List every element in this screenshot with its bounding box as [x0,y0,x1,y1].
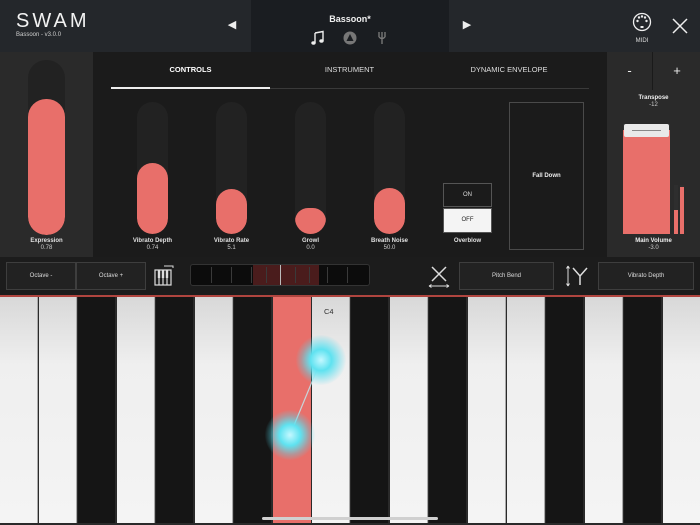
midi-label: MIDI [635,38,649,44]
vibrato-depth-label: Vibrato Depth [132,238,173,244]
breath-noise-label: Breath Noise [370,238,408,244]
vibrato-depth-slider-fill [137,162,168,234]
music-note-icon[interactable] [310,30,326,46]
main-volume-label: Main Volume [635,238,672,244]
pitch-segment [309,267,310,283]
pitch-segment [266,267,267,283]
growl-slider-fill [295,207,326,234]
main-volume-handle[interactable] [624,124,669,137]
close-icon[interactable] [671,17,689,35]
octave-up-button[interactable]: Octave + [76,262,146,290]
octave-down-button[interactable]: Octave - [6,262,76,290]
next-preset-button[interactable]: ▶ [459,16,475,34]
piano-keyboard[interactable]: C4 [0,295,700,525]
touch-trail [289,359,322,436]
main-volume-fill [623,129,670,234]
pitch-segment [347,267,348,283]
instrument-icon[interactable] [342,30,358,46]
pitch-segment [251,267,252,283]
breath-noise-slider[interactable] [374,102,405,234]
pitch-bend-strip[interactable] [190,264,370,286]
expression-slider-fill [28,98,65,235]
controls-panel: CONTROLS INSTRUMENT DYNAMIC ENVELOPE Vib… [93,52,607,257]
preset-selector[interactable]: Bassoon* [251,0,449,52]
active-tab-indicator [111,87,270,89]
vibrato-rate-slider-fill [216,189,247,234]
transpose-label: Transpose [638,95,669,101]
preset-name: Bassoon* [329,14,371,24]
x-axis-assign-button[interactable]: Pitch Bend [459,262,554,290]
pitch-segment [327,267,328,283]
expression-panel: Expression 0.78 [0,52,93,257]
overblow-off-button[interactable]: OFF [443,208,492,233]
pitch-segment [231,267,232,283]
main-volume-slider[interactable] [623,124,670,234]
fall-down-pad[interactable]: Fall Down [509,102,584,250]
expression-slider[interactable] [28,60,65,235]
pitch-center-marker [280,265,281,285]
pitch-segment [295,267,296,283]
handle-grip [632,130,661,131]
overblow-label: Overblow [453,238,482,244]
fork-icon[interactable] [374,30,390,46]
keyboard-layout-icon[interactable] [152,264,176,288]
preset-icon-row [251,30,449,46]
growl-value: 0.0 [306,245,315,251]
breath-noise-slider-fill [374,187,405,234]
y-axis-assign-button[interactable]: Vibrato Depth [598,262,694,290]
touch-point [265,410,315,460]
vibrato-rate-label: Vibrato Rate [213,238,250,244]
vibrato-rate-slider[interactable] [216,102,247,234]
top-bar: SWAM Bassoon - v3.0.0 ◀ Bassoon* ▶ MIDI [0,0,700,52]
prev-preset-button[interactable]: ◀ [224,16,240,34]
expression-label: Expression [30,238,63,244]
tab-dynamic-envelope[interactable]: DYNAMIC ENVELOPE [429,65,589,74]
y-axis-icon [566,265,588,287]
level-meter-left [674,185,678,234]
volume-panel: - + Transpose -12 Main Volume -3.0 [607,52,700,257]
app-logo: SWAM [16,10,90,32]
touch-point [296,335,346,385]
growl-label: Growl [301,238,319,244]
tab-controls[interactable]: CONTROLS [111,65,270,74]
level-meter-right-fill [680,187,684,234]
tab-instrument[interactable]: INSTRUMENT [270,65,429,74]
fall-down-label: Fall Down [532,173,561,179]
x-axis-icon [428,266,450,288]
main-volume-value: -3.0 [648,245,659,251]
overblow-on-button[interactable]: ON [443,183,492,207]
app-version: Bassoon - v3.0.0 [16,32,62,38]
expression-value: 0.78 [40,245,53,251]
home-indicator[interactable] [262,517,438,520]
transpose-down-button[interactable]: - [607,52,653,90]
breath-noise-value: 50.0 [383,245,396,251]
vibrato-depth-value: 0.74 [146,245,159,251]
level-meter-left-fill [674,209,678,234]
vibrato-rate-value: 5.1 [227,245,236,251]
control-bar: Octave - Octave + Pitch Bend Vibrato Dep… [0,257,700,295]
pitch-segment [211,267,212,283]
level-meter-right [680,185,684,234]
transpose-up-button[interactable]: + [654,52,700,90]
transpose-value: -12 [649,102,658,108]
growl-slider[interactable] [295,102,326,234]
midi-icon[interactable] [632,12,652,32]
vibrato-depth-slider[interactable] [137,102,168,234]
